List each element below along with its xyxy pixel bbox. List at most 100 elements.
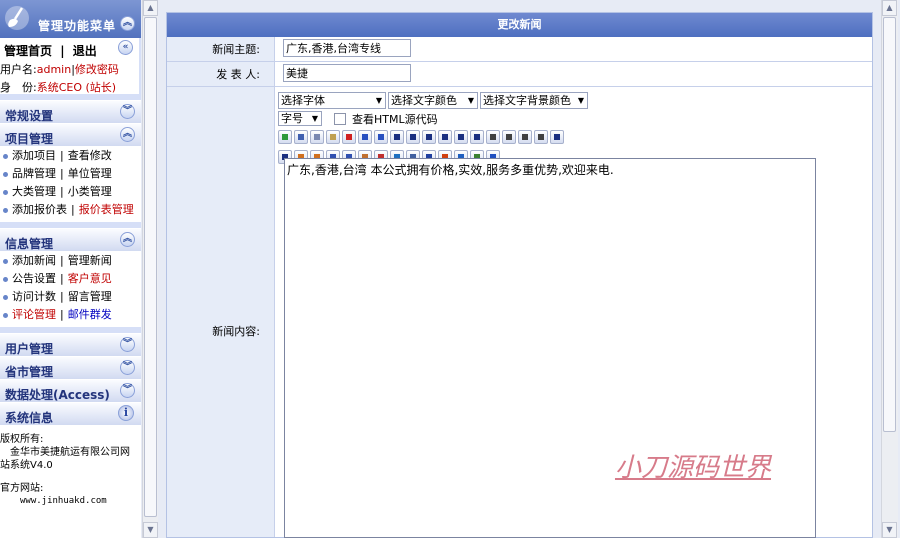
text-color-select[interactable]: 选择文字颜色 ▼ xyxy=(388,91,478,109)
news-content-editor[interactable]: 广东,香港,台湾 本公式拥有价格,实效,服务多重优势,欢迎来电. 小刀源码世界 xyxy=(284,158,816,538)
undo-icon[interactable] xyxy=(358,130,372,144)
copyright-version: 站系统V4.0 xyxy=(0,460,53,471)
menu-link[interactable]: 评论管理 xyxy=(12,306,56,324)
menu-link[interactable]: 公告设置 xyxy=(12,270,56,288)
text-color-value: 选择文字颜色 xyxy=(391,93,457,107)
menu-link[interactable]: 添加新闻 xyxy=(12,252,56,270)
menu-link[interactable]: 报价表管理 xyxy=(79,201,134,219)
paste-icon[interactable] xyxy=(326,130,340,144)
align-right-icon[interactable] xyxy=(470,130,484,144)
logout-link[interactable]: 退出 xyxy=(73,44,97,58)
chevron-down-icon: ▼ xyxy=(375,95,382,105)
sidebar-title: 管理功能菜单 xyxy=(38,19,117,33)
menu-link[interactable]: 品牌管理 xyxy=(12,165,56,183)
site-url-link[interactable]: www.jinhuakd.com xyxy=(0,495,141,508)
redo-icon[interactable] xyxy=(374,130,388,144)
bullet-icon xyxy=(3,207,8,213)
author-row: 发 表 人: xyxy=(167,62,872,87)
home-link[interactable]: 管理首页 xyxy=(4,44,52,58)
menu-link[interactable]: 小类管理 xyxy=(68,183,112,201)
section-label: 常规设置 xyxy=(5,109,54,123)
section-label: 项目管理 xyxy=(5,132,54,146)
section-users[interactable]: 用户管理 ︾ xyxy=(0,333,141,356)
menu-link[interactable]: 留言管理 xyxy=(68,288,112,306)
menu-link[interactable]: 客户意见 xyxy=(68,270,112,288)
subject-label: 新闻主题: xyxy=(167,37,275,61)
section-label: 用户管理 xyxy=(5,342,54,356)
scrollbar-thumb[interactable] xyxy=(144,17,157,517)
unordered-list-icon[interactable] xyxy=(502,130,516,144)
collapse-all-chevron-icon[interactable]: ︽ xyxy=(120,16,135,31)
indent-icon[interactable] xyxy=(534,130,548,144)
page-scrollbar[interactable]: ▲ ▼ xyxy=(881,0,898,538)
scrollbar-thumb[interactable] xyxy=(883,17,896,432)
section-province[interactable]: 省市管理 ︾ xyxy=(0,356,141,379)
section-label: 数据处理(Access) xyxy=(5,388,110,402)
info-icon[interactable]: i xyxy=(118,405,134,421)
scroll-up-arrow-icon[interactable]: ▲ xyxy=(882,0,897,16)
chevron-down-icon[interactable]: ︾ xyxy=(120,104,135,119)
section-project[interactable]: 项目管理 ︽ xyxy=(0,123,141,146)
chevron-down-icon[interactable]: ︾ xyxy=(120,360,135,375)
role-label: 身 份: xyxy=(0,81,37,94)
menu-link[interactable]: 邮件群发 xyxy=(68,306,112,324)
section-info[interactable]: 信息管理 ︽ xyxy=(0,228,141,251)
menu-link[interactable]: 添加报价表 xyxy=(12,201,67,219)
new-document-icon[interactable] xyxy=(278,130,292,144)
collapse-user-panel-icon[interactable]: « xyxy=(118,40,133,55)
scroll-down-arrow-icon[interactable]: ▼ xyxy=(882,522,897,538)
menu-link[interactable]: 管理新闻 xyxy=(68,252,112,270)
list-item: 公告设置 | 客户意见 xyxy=(3,270,141,288)
subject-input[interactable] xyxy=(283,39,411,57)
section-data[interactable]: 数据处理(Access) ︾ xyxy=(0,379,141,402)
menu-link[interactable]: 单位管理 xyxy=(68,165,112,183)
broom-logo-icon xyxy=(5,6,29,30)
menu-link[interactable]: 访问计数 xyxy=(12,288,56,306)
bullet-icon xyxy=(3,153,8,159)
bullet-icon xyxy=(3,258,8,264)
background-color-value: 选择文字背景颜色 xyxy=(483,93,571,107)
menu-link[interactable]: 大类管理 xyxy=(12,183,56,201)
menu-link[interactable]: 查看修改 xyxy=(68,147,112,165)
copyright-label: 版权所有: xyxy=(0,434,44,445)
scroll-down-arrow-icon[interactable]: ▼ xyxy=(143,522,158,538)
cut-icon[interactable] xyxy=(294,130,308,144)
align-left-icon[interactable] xyxy=(438,130,452,144)
username-label: 用户名: xyxy=(0,63,37,76)
font-select[interactable]: 选择字体 ▼ xyxy=(278,91,386,109)
section-general-settings[interactable]: 常规设置 ︾ xyxy=(0,100,141,123)
align-center-icon[interactable] xyxy=(454,130,468,144)
italic-icon[interactable] xyxy=(406,130,420,144)
chevron-up-icon[interactable]: ︽ xyxy=(120,127,135,142)
html-source-checkbox[interactable] xyxy=(334,112,346,125)
chevron-down-icon[interactable]: ︾ xyxy=(120,383,135,398)
watermark-text: 小刀源码世界 xyxy=(614,453,771,483)
bold-icon[interactable] xyxy=(390,130,404,144)
menu-link[interactable]: 添加项目 xyxy=(12,147,56,165)
change-password-link[interactable]: 修改密码 xyxy=(75,63,119,76)
project-menu-items: 添加项目 | 查看修改 品牌管理 | 单位管理 大类管理 | 小类管理 添加报价表 | 报价表管… xyxy=(0,146,141,222)
username-value: admin xyxy=(36,63,72,76)
site-label: 官方网站: xyxy=(0,483,44,494)
underline-icon[interactable] xyxy=(422,130,436,144)
separator: | xyxy=(60,44,65,58)
scroll-up-arrow-icon[interactable]: ▲ xyxy=(143,0,158,16)
sidebar: 管理功能菜单 ︽ 管理首页 | 退出 « 用户名:admin|修改密码 身 份:… xyxy=(0,0,141,538)
section-label: 信息管理 xyxy=(5,237,54,251)
horizontal-rule-icon[interactable] xyxy=(550,130,564,144)
chevron-down-icon[interactable]: ︾ xyxy=(120,337,135,352)
font-size-select[interactable]: 字号 ▼ xyxy=(278,111,322,126)
list-item: 添加报价表 | 报价表管理 xyxy=(3,201,141,219)
outdent-icon[interactable] xyxy=(518,130,532,144)
background-color-select[interactable]: 选择文字背景颜色 ▼ xyxy=(480,91,588,109)
copyright-block: 版权所有: 金华市美捷航运有限公司网 站系统V4.0 官方网站: www.jin… xyxy=(0,425,141,538)
section-system-info[interactable]: 系统信息 i xyxy=(0,402,141,425)
chevron-up-icon[interactable]: ︽ xyxy=(120,232,135,247)
author-input[interactable] xyxy=(283,64,411,82)
bullet-icon xyxy=(3,294,8,300)
sidebar-scrollbar[interactable]: ▲ ▼ xyxy=(142,0,158,538)
list-item: 大类管理 | 小类管理 xyxy=(3,183,141,201)
delete-icon[interactable] xyxy=(342,130,356,144)
copy-icon[interactable] xyxy=(310,130,324,144)
ordered-list-icon[interactable] xyxy=(486,130,500,144)
